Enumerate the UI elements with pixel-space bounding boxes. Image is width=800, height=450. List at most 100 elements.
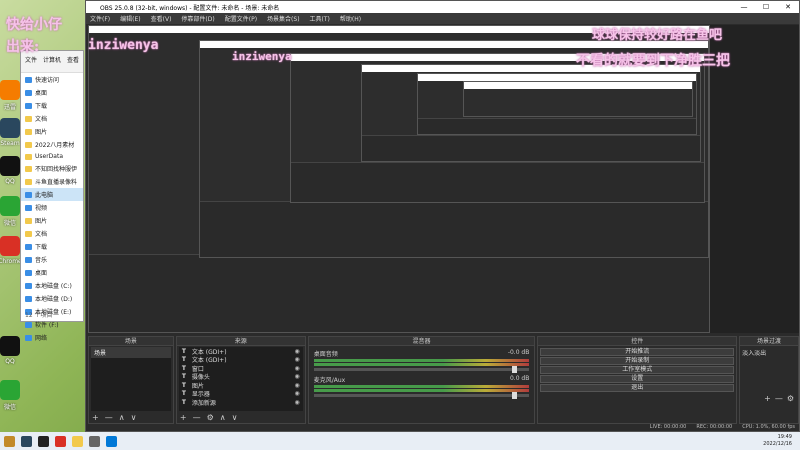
mixer-channel-db: 0.0 dB [509,375,530,382]
remove-source-button[interactable]: — [193,413,201,422]
visibility-eye-icon[interactable]: ◉ [294,365,299,372]
folder-icon [25,115,32,122]
explorer-nav-item[interactable]: 桌面 [21,86,83,99]
visibility-eye-icon[interactable]: ◉ [294,399,299,406]
explorer-nav-item[interactable]: 文档 [21,112,83,125]
source-item[interactable]: T 显示器 ◉ [179,390,303,398]
source-item[interactable]: T 文本 (GDI+) ◉ [179,356,303,364]
obs-preview[interactable] [88,25,799,333]
source-item[interactable]: T 图片 ◉ [179,381,303,390]
volume-slider-knob[interactable] [512,366,518,373]
explorer-nav-item[interactable]: 软件 (F:) [21,318,83,331]
explorer-nav-item[interactable]: 2022八月素材 [21,138,83,151]
control-button[interactable]: 开始推流 [540,348,735,356]
sources-dock-toolbar: + — ⚙ ∧ ∨ [180,412,238,422]
explorer-nav-item[interactable]: 快速访问 [21,73,83,86]
menu-item[interactable]: 编辑(E) [120,14,140,23]
control-button[interactable]: 退出 [540,384,735,392]
volume-slider[interactable] [313,392,530,399]
ribbon-tab-file[interactable]: 文件 [25,55,37,68]
control-button[interactable]: 开始录制 [540,357,735,365]
taskbar: 19:49 2022/12/16 [0,432,800,450]
explorer-nav-item[interactable]: 网络 [21,331,83,344]
menu-item[interactable]: 文件(F) [90,14,110,23]
explorer-nav-item[interactable]: 本地磁盘 (C:) [21,279,83,292]
explorer-nav-item[interactable]: 下载 [21,99,83,112]
add-transition-button[interactable]: + [764,394,771,403]
steam-icon[interactable] [21,435,32,447]
visibility-eye-icon[interactable]: ◉ [294,356,299,363]
explorer-nav-item[interactable]: 文档 [21,227,83,240]
obs-icon[interactable] [38,435,49,447]
explorer-nav-pane: 快速访问 桌面 下载 文档 图片 2022八月素材 UserData 不知回找种服伊 斗鱼直播录… [21,73,83,344]
visibility-eye-icon[interactable]: ◉ [294,348,299,355]
desktop-shortcut-label: 微信 [3,404,16,411]
sources-dock: 来源 T 文本 (GDI+) ◉ T 文本 (GDI+) ◉ T 窗口 ◉ T 摄像头 ◉ T 图片 ◉ T 显… [175,336,306,424]
minimize-button[interactable]: — [733,1,755,13]
close-button[interactable]: ✕ [777,1,799,13]
control-button[interactable]: 工作室模式 [540,366,735,374]
volume-slider[interactable] [313,366,530,373]
remove-scene-button[interactable]: — [105,413,113,422]
explorer-nav-label: 不知回找种服伊 [35,166,78,173]
visibility-eye-icon[interactable]: ◉ [294,382,299,389]
ribbon-tab-view[interactable]: 查看 [67,55,79,68]
folder-icon [25,141,32,148]
transition-select[interactable]: 淡入淡出 [740,346,798,359]
explorer-nav-item[interactable]: 不知回找种服伊 [21,162,83,175]
gear-icon[interactable]: ⚙ [207,413,214,422]
explorer-nav-item[interactable]: 音乐 [21,253,83,266]
remove-transition-button[interactable]: — [775,394,783,403]
explorer-nav-item[interactable]: UserData [21,151,83,162]
explorer-nav-item[interactable]: 视频 [21,201,83,214]
move-source-down-button[interactable]: ∨ [232,413,238,422]
gear-icon[interactable]: ⚙ [787,394,794,403]
scene-item[interactable]: 场景 [91,347,171,358]
folder-icon [25,153,32,160]
menu-item[interactable]: 停靠部件(D) [181,14,214,23]
explorer-nav-label: 下载 [35,244,48,251]
explorer-nav-item[interactable]: 图片 [21,214,83,227]
menu-item[interactable]: 配置文件(P) [225,14,257,23]
game-icon[interactable] [4,435,15,447]
source-item[interactable]: T 窗口 ◉ [179,364,303,373]
source-item[interactable]: T 添加新源 ◉ [179,398,303,407]
menu-item[interactable]: 查看(V) [151,14,172,23]
controls-dock-title: 控件 [538,337,737,346]
menu-item[interactable]: 帮助(H) [340,14,361,23]
item-count: 12 个项目 [25,312,53,319]
add-scene-button[interactable]: + [92,413,99,422]
visibility-eye-icon[interactable]: ◉ [294,373,299,380]
source-item[interactable]: T 文本 (GDI+) ◉ [179,347,303,356]
nested-preview-5 [417,73,697,135]
volume-slider-knob[interactable] [512,392,518,399]
source-item[interactable]: T 摄像头 ◉ [179,373,303,381]
explorer-nav-item[interactable]: 下载 [21,240,83,253]
explorer-nav-item[interactable]: 桌面 [21,266,83,279]
move-source-up-button[interactable]: ∧ [220,413,226,422]
add-source-button[interactable]: + [180,413,187,422]
ribbon-tab-computer[interactable]: 计算机 [43,55,61,68]
menu-item[interactable]: 场景集合(S) [267,14,300,23]
maximize-button[interactable]: ☐ [755,1,777,13]
drive-icon [25,89,32,96]
system-tray-clock[interactable]: 19:49 2022/12/16 [763,434,792,448]
explorer-nav-item[interactable]: 图片 [21,125,83,138]
obs-menubar: 文件(F) 编辑(E) 查看(V) 停靠部件(D) 配置文件(P) 场景集合(S) 工具(T… [86,13,799,24]
files-icon[interactable] [72,435,83,447]
control-button[interactable]: 设置 [540,375,735,383]
desktop-shortcut[interactable]: 微信 [0,380,30,411]
move-scene-up-button[interactable]: ∧ [119,413,125,422]
explorer-nav-item[interactable]: 此电脑 [21,188,83,201]
folder-icon [25,230,32,237]
nested-preview-6 [463,81,693,117]
explorer-nav-item[interactable]: 本地磁盘 (D:) [21,292,83,305]
explorer-nav-item[interactable]: 斗鱼直播录像料 [21,175,83,188]
menu-item[interactable]: 工具(T) [310,14,330,23]
source-type-icon: T [181,364,186,372]
start-icon[interactable] [106,435,117,447]
visibility-eye-icon[interactable]: ◉ [294,390,299,397]
move-scene-down-button[interactable]: ∨ [131,413,137,422]
search-icon[interactable] [89,435,100,447]
chrome-icon[interactable] [55,435,66,447]
